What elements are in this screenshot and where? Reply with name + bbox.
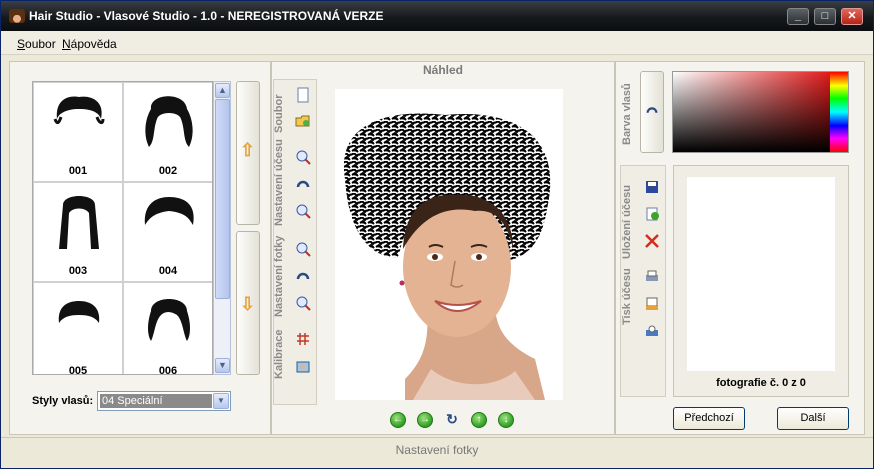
print-settings-icon[interactable] (644, 323, 660, 339)
tab-kalibrace-label: Kalibrace (273, 329, 285, 379)
open-folder-icon[interactable] (295, 113, 311, 129)
arrow-up-icon: ⇧ (240, 140, 256, 160)
rotate-hair-icon[interactable] (295, 177, 311, 193)
hairstyle-003-thumbnail (59, 196, 99, 249)
hairstyle-item-001[interactable]: 001 (33, 82, 123, 182)
menu-napoveda-mnemonic: N (62, 37, 71, 51)
menu-soubor[interactable]: Soubor (17, 37, 56, 51)
tab-tisk-ucesu-label: Tisk účesu (621, 268, 633, 325)
hairstyle-item-003[interactable]: 003 (33, 182, 123, 282)
delete-icon[interactable] (644, 233, 660, 249)
menu-soubor-label: oubor (25, 37, 56, 51)
hairstyle-004-thumbnail (144, 197, 194, 225)
hairstyle-006-thumbnail (148, 299, 190, 341)
calibrate-grid-icon[interactable] (295, 331, 311, 347)
close-button[interactable]: ✕ (841, 8, 863, 25)
rotate-color-icon (646, 107, 658, 113)
move-left-button[interactable]: ← (390, 412, 406, 428)
tab-nastaveni-fotky-label: Nastavení fotky (273, 235, 285, 317)
preview-canvas[interactable] (335, 89, 563, 400)
styles-select-value: 04 Speciální (100, 394, 212, 408)
tab-nastaveni-ucesu-label: Nastavení účesu (273, 139, 285, 226)
move-right-button[interactable]: → (417, 412, 433, 428)
scroll-down-button[interactable]: ▼ (215, 358, 230, 373)
save-icon[interactable] (644, 179, 660, 195)
tab-soubor-label: Soubor (273, 94, 285, 134)
chevron-down-icon[interactable]: ▼ (213, 393, 229, 409)
hairstyle-item-004[interactable]: 004 (123, 182, 212, 282)
hairstyle-label: 003 (68, 265, 88, 277)
hairstyle-005-thumbnail (58, 301, 100, 323)
app-icon (9, 9, 25, 23)
previous-button[interactable]: Předchozí (673, 407, 745, 430)
zoom-in-hair-icon[interactable] (295, 149, 311, 165)
save-green-icon[interactable] (644, 206, 660, 222)
scroll-up-button[interactable]: ▲ (215, 83, 230, 98)
hairstyle-label: 004 (158, 265, 178, 277)
zoom-in-photo-icon[interactable] (295, 241, 311, 257)
status-text: Nastavení fotky (395, 443, 479, 457)
photo-thumbnail-area[interactable] (687, 177, 835, 371)
photo-counter: fotografie č. 0 z 0 (716, 377, 806, 389)
hairstyle-002-thumbnail (145, 96, 193, 147)
styles-select[interactable]: 04 Speciální ▼ (97, 391, 231, 411)
app-window: Hair Studio - Vlasové Studio - 1.0 - NER… (0, 0, 874, 469)
color-palette[interactable] (672, 71, 849, 153)
preview-photo (343, 113, 551, 400)
hairstyle-item-005[interactable]: 005 (33, 282, 123, 375)
print-icon[interactable] (644, 269, 660, 285)
zoom-out-photo-icon[interactable] (295, 295, 311, 311)
menu-napoveda[interactable]: Nápověda (62, 37, 117, 51)
print-preview-icon[interactable] (644, 296, 660, 312)
maximize-button[interactable]: □ (814, 8, 836, 25)
preview-header: Náhled (422, 63, 463, 77)
next-button[interactable]: Další (777, 407, 849, 430)
zoom-out-hair-icon[interactable] (295, 203, 311, 219)
move-up-button[interactable]: ↑ (471, 412, 487, 428)
hairstyle-label: 002 (158, 165, 178, 177)
hairstyle-label: 005 (68, 365, 88, 375)
styles-label: Styly vlasů: (32, 395, 94, 407)
new-file-icon[interactable] (295, 87, 311, 103)
page-down-button[interactable]: ⇩ (236, 231, 260, 375)
rotate-photo-icon[interactable] (295, 269, 311, 285)
hairstyle-scrollbar[interactable]: ▲ ▼ (213, 81, 231, 375)
rotate-button[interactable]: ↻ (444, 412, 460, 428)
minimize-button[interactable]: _ (787, 8, 809, 25)
hue-slider[interactable] (830, 72, 848, 152)
menu-soubor-mnemonic: S (17, 37, 26, 51)
menu-bar: Soubor Nápověda (1, 31, 873, 55)
calibrate-photo-icon[interactable] (295, 359, 311, 375)
hairstyle-item-002[interactable]: 002 (123, 82, 212, 182)
menu-napoveda-label: ápověda (70, 37, 117, 51)
hairstyle-label: 006 (158, 365, 178, 375)
hair-color-button[interactable] (640, 71, 664, 153)
window-title: Hair Studio - Vlasové Studio - 1.0 - NER… (29, 9, 384, 23)
hairstyle-item-006[interactable]: 006 (123, 282, 212, 375)
tab-ulozeni-ucesu-label: Uložení účesu (621, 185, 633, 259)
tab-barva-vlasu-label: Barva vlasů (621, 83, 633, 145)
hairstyle-label: 001 (68, 165, 88, 177)
title-bar[interactable]: Hair Studio - Vlasové Studio - 1.0 - NER… (1, 1, 873, 31)
status-bar: Nastavení fotky (1, 437, 873, 468)
hairstyle-grid: 001 002 003 004 005 006 (32, 81, 213, 375)
hairstyle-001-thumbnail (53, 96, 105, 125)
move-down-button[interactable]: ↓ (498, 412, 514, 428)
arrow-down-icon: ⇩ (240, 294, 256, 314)
page-up-button[interactable]: ⇧ (236, 81, 260, 225)
scrollbar-thumb[interactable] (215, 99, 230, 299)
